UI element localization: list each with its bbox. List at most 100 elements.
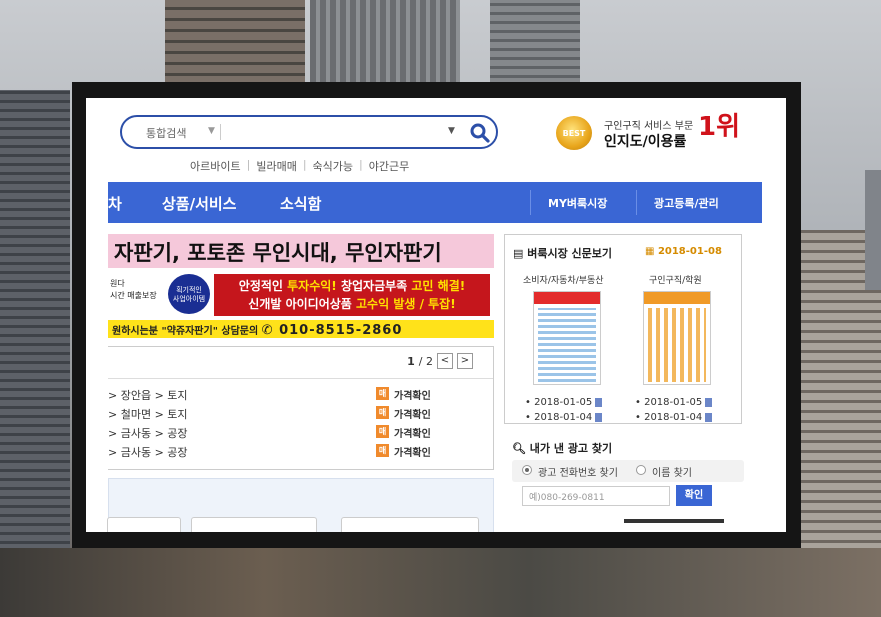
table-row[interactable]: > 철마면 > 토지 매 가격확인 — [108, 406, 493, 422]
nav-item-my-market[interactable]: MY벼룩시장 — [548, 195, 607, 211]
price-check-link[interactable]: 가격확인 — [394, 425, 431, 440]
issue-date[interactable]: 2018-01-05 — [534, 397, 592, 408]
table-row[interactable]: > 장안읍 > 토지 매 가격확인 — [108, 387, 493, 403]
pdf-icon[interactable] — [595, 397, 603, 407]
nav-item-ad-register[interactable]: 광고등록/관리 — [654, 195, 719, 211]
award-rank: 1위 — [698, 112, 741, 142]
pdf-icon[interactable] — [595, 412, 603, 422]
banner-red-box: 안정적인 투자수익! 창업자금부족 고민 해결! 신개발 아이디어상품 고수익 … — [214, 274, 490, 316]
divider: | — [246, 158, 251, 171]
text: 안정적인 — [238, 279, 288, 293]
banner-badge: 획기적인 사업아이템 — [168, 274, 210, 314]
find-ad-title: 🔍︎ 내가 낸 광고 찾기 — [512, 440, 612, 456]
search-icon: 🔍︎ — [512, 442, 530, 455]
category-tab[interactable] — [341, 517, 479, 532]
background-street — [0, 548, 881, 617]
newspaper-title-text: 벼룩시장 신문보기 — [527, 247, 613, 260]
newspaper-icon: ▤ — [513, 247, 528, 260]
website-screen: 통합검색 ▼ ▼ 아르바이트 | 빌라매매 | 숙식가능 | 야간근무 BEST… — [86, 98, 786, 532]
price-check-link[interactable]: 가격확인 — [394, 444, 431, 459]
ad-banner[interactable]: 자판기, 포토존 무인시대, 무인자판기 원다 시간 매출보장 획기적인 사업아… — [108, 234, 494, 338]
highlight: 고민 해결! — [411, 279, 466, 293]
background-building — [865, 170, 881, 290]
find-my-ad-panel: 🔍︎ 내가 낸 광고 찾기 광고 전화번호 찾기 이름 찾기 예)080-269… — [504, 432, 744, 532]
find-ad-title-text: 내가 낸 광고 찾기 — [529, 442, 613, 455]
medal-icon: BEST — [556, 116, 592, 150]
pdf-icon[interactable] — [705, 397, 713, 407]
price-check-link[interactable]: 가격확인 — [394, 387, 431, 402]
divider — [636, 190, 637, 215]
pager-total: / 2 — [418, 354, 433, 368]
quick-link[interactable]: 숙식가능 — [313, 158, 353, 174]
contact-text: 원하시는분 "약쥬자판기" 상담문의 — [112, 326, 262, 337]
issue-link[interactable]: • 2018-01-05 — [525, 395, 603, 410]
issue-date[interactable]: 2018-01-04 — [534, 412, 592, 423]
radio-name[interactable] — [636, 465, 646, 475]
confirm-button[interactable]: 확인 — [676, 485, 712, 506]
divider — [108, 378, 493, 379]
banner-title: 자판기, 포토존 무인시대, 무인자판기 — [108, 234, 494, 268]
banner-contact-strip: 원하시는분 "약쥬자판기" 상담문의 ✆ 010-8515-2860 — [108, 320, 494, 338]
issue-date[interactable]: 2018-01-05 — [644, 397, 702, 408]
radio-phone[interactable] — [522, 465, 532, 475]
radio-phone-label[interactable]: 광고 전화번호 찾기 — [538, 464, 618, 479]
highlight: 투자수익! — [287, 279, 337, 293]
text: 신개발 아이디어상품 — [248, 297, 357, 311]
issue-link[interactable]: • 2018-01-04 — [525, 410, 603, 425]
nav-item-car[interactable]: 차 — [108, 193, 122, 214]
listing-location[interactable]: > 철마면 > 토지 — [108, 406, 188, 422]
calendar-icon: ▦ — [645, 246, 658, 257]
prev-button[interactable]: < — [437, 353, 453, 369]
quick-link[interactable]: 야간근무 — [369, 158, 409, 174]
issue-link[interactable]: • 2018-01-05 — [635, 395, 713, 410]
main-nav: 차 상품/서비스 소식함 MY벼룩시장 광고등록/관리 — [108, 182, 762, 223]
next-button[interactable]: > — [457, 353, 473, 369]
search-icon[interactable] — [468, 121, 492, 145]
category-tab[interactable] — [107, 517, 181, 532]
autocomplete-toggle-icon[interactable]: ▼ — [448, 126, 455, 136]
banner-left-text: 원다 시간 매출보장 — [110, 278, 157, 302]
newspaper-column-head: 소비자/자동차/부동산 — [523, 276, 604, 286]
chevron-down-icon[interactable]: ▼ — [208, 126, 215, 136]
newspaper-thumbnail[interactable] — [643, 291, 711, 385]
category-tab[interactable] — [191, 517, 317, 532]
quick-link[interactable]: 아르바이트 — [190, 158, 241, 174]
pdf-icon[interactable] — [705, 412, 713, 422]
sale-tag-icon: 매 — [376, 444, 389, 457]
newspaper-date-text: 2018-01-08 — [657, 246, 722, 257]
search-input[interactable] — [226, 122, 446, 142]
search-category-select[interactable]: 통합검색 — [146, 125, 186, 141]
listing-location[interactable]: > 장안읍 > 토지 — [108, 387, 188, 403]
listing-location[interactable]: > 금사동 > 공장 — [108, 444, 188, 460]
price-check-link[interactable]: 가격확인 — [394, 406, 431, 421]
badge-line: 사업아이템 — [172, 295, 206, 303]
banner-left-line: 원다 — [110, 279, 125, 288]
sale-tag-icon: 매 — [376, 425, 389, 438]
banner-red-line: 안정적인 투자수익! 창업자금부족 고민 해결! — [214, 277, 490, 295]
table-row[interactable]: > 금사동 > 공장 매 가격확인 — [108, 444, 493, 460]
divider — [624, 519, 724, 523]
table-row[interactable]: > 금사동 > 공장 매 가격확인 — [108, 425, 493, 441]
phone-number-input[interactable]: 예)080-269-0811 — [522, 486, 670, 506]
radio-name-label[interactable]: 이름 찾기 — [652, 464, 692, 479]
contact-phone: 010-8515-2860 — [279, 323, 403, 338]
issue-link[interactable]: • 2018-01-04 — [635, 410, 713, 425]
newspaper-column-head: 구인구직/학원 — [649, 276, 702, 286]
thumb-content — [538, 308, 596, 382]
divider: | — [302, 158, 307, 171]
award-title: 인지도/이용률 — [604, 134, 687, 150]
issue-date[interactable]: 2018-01-04 — [644, 412, 702, 423]
divider: | — [359, 158, 363, 171]
listing-location[interactable]: > 금사동 > 공장 — [108, 425, 188, 441]
sale-tag-icon: 매 — [376, 406, 389, 419]
newspaper-date-list: • 2018-01-05 • 2018-01-04 — [525, 395, 603, 425]
quick-link[interactable]: 빌라매매 — [256, 158, 296, 174]
thumb-header — [644, 292, 710, 304]
thumb-header — [534, 292, 600, 304]
nav-item-news[interactable]: 소식함 — [280, 193, 321, 214]
category-area — [107, 478, 494, 532]
newspaper-thumbnail[interactable] — [533, 291, 601, 385]
newspaper-date-list: • 2018-01-05 • 2018-01-04 — [635, 395, 713, 425]
text: 창업자금부족 — [336, 279, 412, 293]
nav-item-products[interactable]: 상품/서비스 — [162, 193, 236, 214]
